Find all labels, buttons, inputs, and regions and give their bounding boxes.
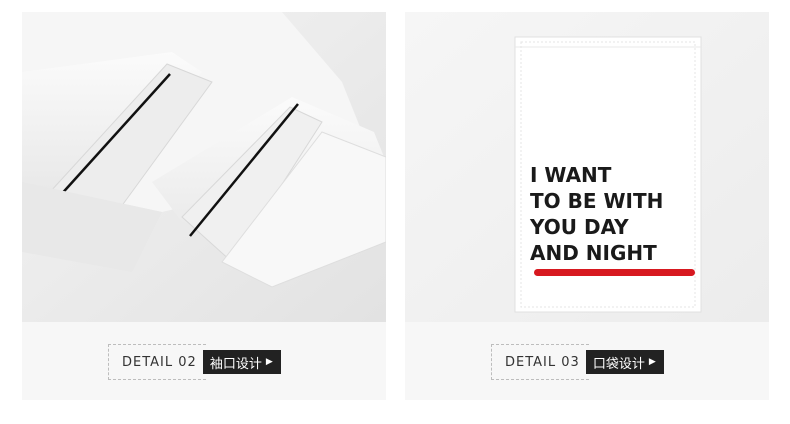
pocket-text-line4: AND NIGHT xyxy=(530,241,657,265)
sleeve-cuff-image xyxy=(22,12,386,322)
arrow-right-icon: ▶ xyxy=(265,357,273,367)
arrow-right-icon: ▶ xyxy=(648,357,656,367)
tag-label: 袖口设计 xyxy=(209,356,262,372)
detail-tag: 口袋设计 ▶ xyxy=(585,350,664,374)
detail-label-03: DETAIL 03 口袋设计 ▶ xyxy=(491,344,664,380)
pocket-text-line2: TO BE WITH xyxy=(530,189,664,213)
tag-label: 口袋设计 xyxy=(592,356,645,372)
red-underline xyxy=(534,269,695,276)
pocket-image: I WANT TO BE WITH YOU DAY AND NIGHT xyxy=(405,12,769,322)
detail-number: DETAIL 03 xyxy=(505,354,580,370)
pocket-text: I WANT TO BE WITH YOU DAY AND NIGHT xyxy=(530,162,663,266)
detail-tag: 袖口设计 ▶ xyxy=(202,350,281,374)
pocket-text-line3: YOU DAY xyxy=(530,215,629,239)
pocket-text-line1: I WANT xyxy=(530,163,612,187)
sleeve-cuff-illustration xyxy=(22,12,386,322)
detail-label-02: DETAIL 02 袖口设计 ▶ xyxy=(108,344,281,380)
detail-number: DETAIL 02 xyxy=(122,354,197,370)
